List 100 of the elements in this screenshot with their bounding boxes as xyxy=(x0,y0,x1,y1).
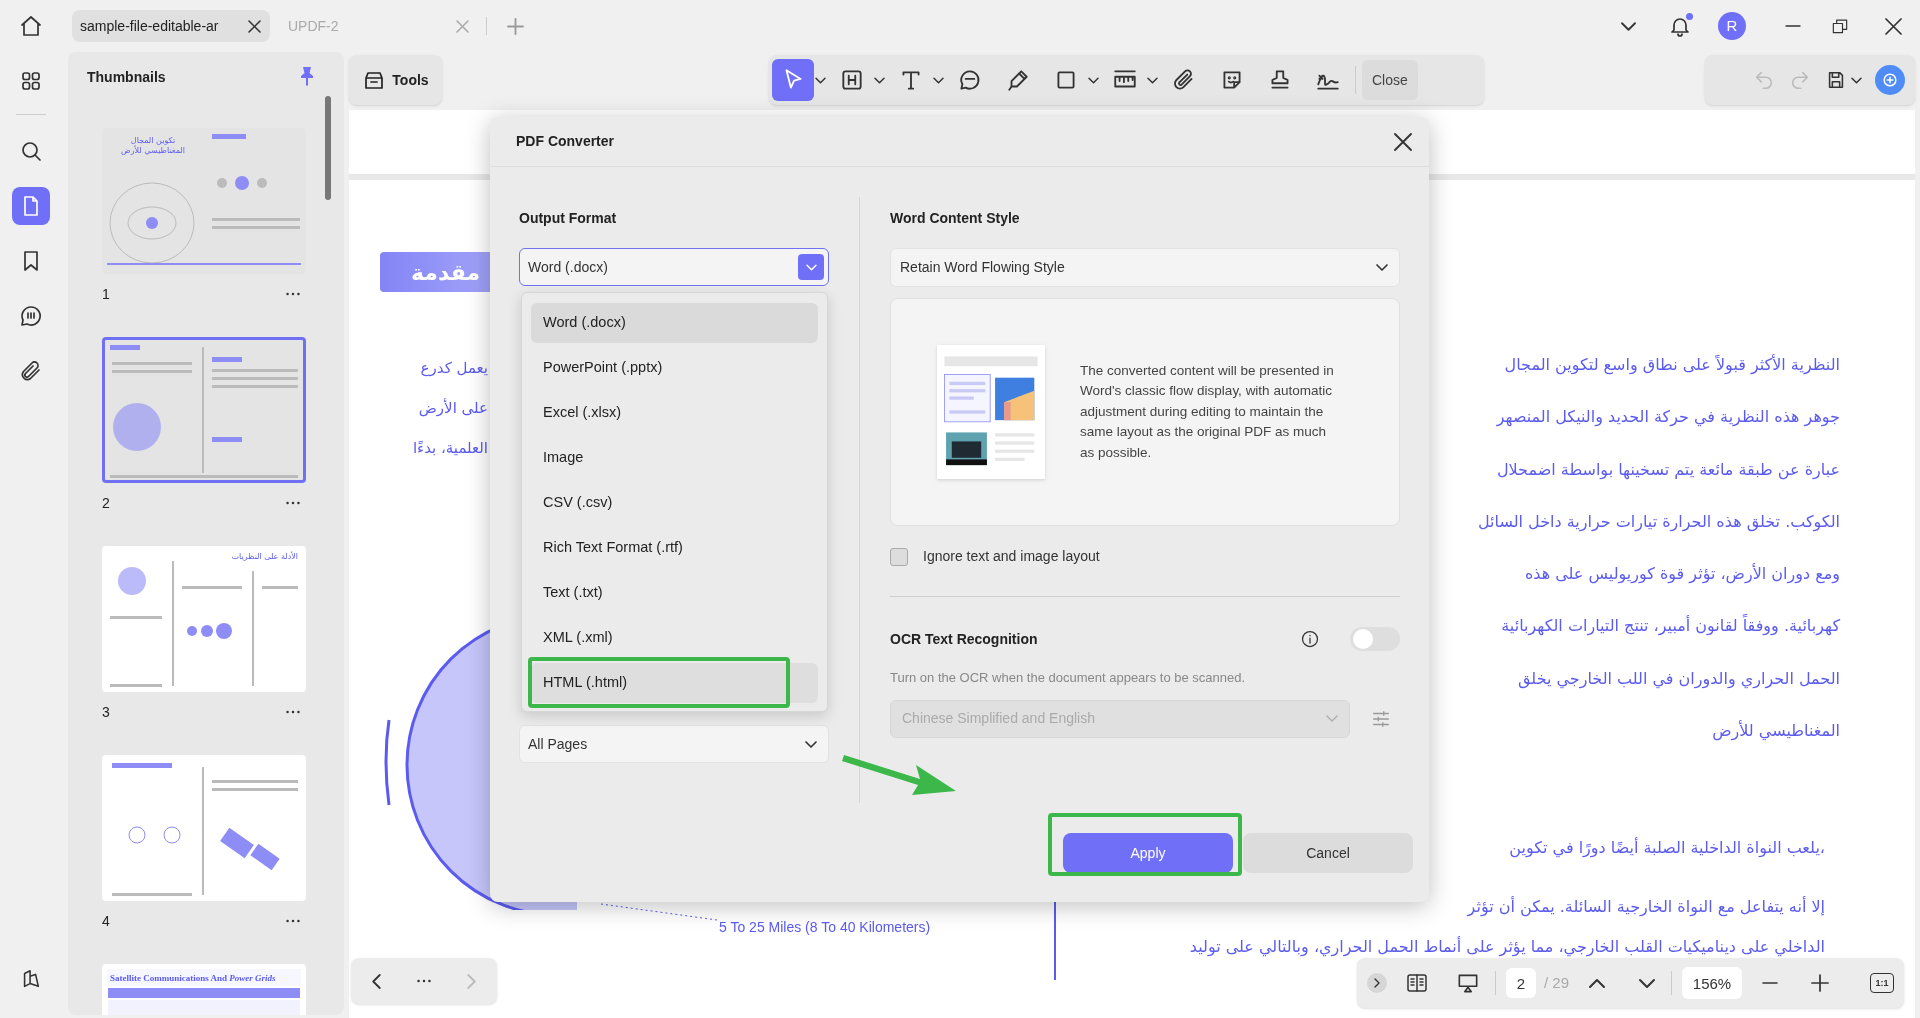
close-icon xyxy=(457,20,468,32)
body-text: كهربائية. ووفقاً لقانون أمبير، تنتج التيارات الكهربائية xyxy=(1501,613,1840,638)
chevron-down-icon xyxy=(806,741,816,747)
user-avatar[interactable]: R xyxy=(1718,12,1746,40)
chevron-left-icon xyxy=(372,974,380,988)
minimize-icon xyxy=(1785,25,1801,27)
close-icon xyxy=(1885,18,1901,34)
body-text: النظرية الأكثر قبولاً على نطاق واسع لتكوين المجال xyxy=(1504,353,1840,377)
body-text: عبارة عن طبقة مائعة يتم تسخينها بواسطة اضمحلال xyxy=(1496,458,1840,482)
caret-icon xyxy=(1089,77,1098,83)
body-text: الكوكب. تخلق هذه الحرارة تيارات حرارية داخل السائل xyxy=(1477,510,1840,534)
format-option[interactable]: PowerPoint (.pptx) xyxy=(531,348,818,388)
caret-icon xyxy=(1148,77,1157,83)
caret-icon xyxy=(816,77,825,83)
format-option[interactable]: Rich Text Format (.rtf) xyxy=(531,528,818,568)
body-text: ،يلعب النواة الداخلية الصلبة أيضًا دورًا في تكوين xyxy=(1509,837,1825,859)
section-title: OCR Text Recognition xyxy=(890,629,1038,649)
expand-button[interactable] xyxy=(1367,973,1387,993)
plus-icon xyxy=(507,18,523,34)
diagram-label: 5 To 25 Miles (8 To 40 Kilometers) xyxy=(719,918,931,937)
tab-label: UPDF-2 xyxy=(288,16,339,36)
minus-icon xyxy=(1762,982,1779,984)
close-tool-button[interactable]: Close xyxy=(1362,60,1418,100)
body-text: الحمل الحراري والدوران في اللب الخارجي يخلق xyxy=(1518,667,1840,691)
format-option[interactable]: Excel (.xlsx) xyxy=(531,393,818,433)
zoom-field[interactable]: 156% xyxy=(1682,967,1743,999)
chevron-right-icon xyxy=(1375,979,1379,987)
document-tab[interactable]: sample-file-editable-ar xyxy=(72,10,270,42)
format-select[interactable]: Word (.docx) xyxy=(519,248,829,286)
body-text: العلمية، بدءًا xyxy=(412,438,488,459)
body-text: الداخلي على ديناميكيات القلب الخارجي، مما يؤثر على أنماط الحمل الحراري، وبالتالي على توليد xyxy=(1189,936,1825,958)
page-thumbnail[interactable]: الأدلة على النظريات xyxy=(102,546,306,692)
heading: مقدمة xyxy=(411,259,481,287)
format-option[interactable]: HTML (.html) xyxy=(531,663,818,703)
page-number: 2 xyxy=(102,493,110,513)
zoom-in-button[interactable] xyxy=(1810,973,1831,993)
thumbnail-title: تكوين المجال المغناطيسي للأرض xyxy=(120,136,186,156)
caret-icon xyxy=(934,77,943,83)
chevron-right-icon xyxy=(468,974,476,988)
close-icon xyxy=(249,20,260,32)
chevron-down-icon xyxy=(1621,22,1635,30)
reading-mode-button[interactable] xyxy=(1405,971,1429,995)
caret-icon xyxy=(875,77,884,83)
chevron-down-icon xyxy=(806,264,816,270)
format-option[interactable]: Word (.docx) xyxy=(531,303,818,343)
format-option[interactable]: CSV (.csv) xyxy=(531,483,818,523)
grid-icon xyxy=(19,69,43,93)
page-number: 1 xyxy=(102,284,110,304)
tools-button[interactable]: Tools xyxy=(349,55,442,105)
paperclip-icon xyxy=(19,359,43,383)
page-number-field[interactable]: 2 xyxy=(1506,968,1536,998)
format-option[interactable]: Text (.txt) xyxy=(531,573,818,613)
format-option[interactable]: Image xyxy=(531,438,818,478)
body-text: المغناطيسي للأرض xyxy=(1712,719,1840,743)
panel-title: Thumbnails xyxy=(87,67,166,87)
scrollbar-thumb[interactable] xyxy=(325,96,331,200)
pin-icon[interactable] xyxy=(301,67,314,87)
style-select[interactable]: Retain Word Flowing Style xyxy=(890,248,1400,287)
more-icon[interactable] xyxy=(286,292,300,296)
page-total: / 29 xyxy=(1544,972,1570,993)
pen-icon xyxy=(1005,67,1031,93)
more-icon[interactable] xyxy=(286,919,300,923)
more-icon[interactable] xyxy=(286,501,300,505)
more-icon[interactable] xyxy=(286,710,300,714)
more-icon[interactable] xyxy=(417,979,431,983)
thumbnail-title: الأدلة على النظريات xyxy=(231,552,298,562)
body-text: ومع دوران الأرض، تؤثر قوة كوريوليس على هذه xyxy=(1524,562,1840,586)
body-text: يعمل كدرع xyxy=(420,358,488,379)
cancel-button[interactable]: Cancel xyxy=(1243,833,1413,873)
caret-icon xyxy=(1852,77,1861,83)
format-option[interactable]: XML (.xml) xyxy=(531,618,818,658)
section-title: Word Content Style xyxy=(890,209,1021,228)
undo-icon xyxy=(1753,69,1775,91)
ai-assistant-button[interactable] xyxy=(1875,65,1905,95)
chevron-down-icon xyxy=(1327,716,1337,721)
tab-label: sample-file-editable-ar xyxy=(80,16,219,36)
home-icon xyxy=(19,14,43,38)
page-thumbnail[interactable]: Satellite Communications And Power Grids xyxy=(102,964,306,1015)
ocr-hint: Turn on the OCR when the document appears to be scanned. xyxy=(890,669,1247,687)
actual-size-button[interactable]: 1:1 xyxy=(1870,973,1894,993)
text-box-icon xyxy=(839,67,865,93)
search-icon xyxy=(19,139,43,163)
dialog-title: PDF Converter xyxy=(516,132,615,151)
book-icon xyxy=(1405,971,1429,995)
chevron-down-icon xyxy=(1377,265,1387,270)
page-number: 4 xyxy=(102,911,110,931)
page-thumbnail[interactable]: تكوين المجال المغناطيسي للأرض xyxy=(102,128,306,274)
notifications-button[interactable] xyxy=(1668,13,1694,39)
checkbox[interactable] xyxy=(890,547,908,566)
redo-icon xyxy=(1789,69,1811,91)
body-text: جوهر هذه النظرية في حركة الحديد والنيكل المنصهر xyxy=(1496,406,1840,429)
style-description: The converted content will be presented in Word's classic flow display, with automatic adjustment during editing to maintain the same layout as the original PDF as much as possible. xyxy=(1080,361,1335,462)
page-range-select[interactable]: All Pages xyxy=(519,725,829,763)
select-value: Retain Word Flowing Style xyxy=(900,258,1065,277)
page-number: 3 xyxy=(102,702,110,722)
apply-button[interactable]: Apply xyxy=(1063,833,1233,873)
select-value: All Pages xyxy=(528,734,588,754)
info-icon xyxy=(1300,629,1320,649)
body-text: على الأرض xyxy=(418,397,488,419)
close-icon xyxy=(1395,133,1411,150)
